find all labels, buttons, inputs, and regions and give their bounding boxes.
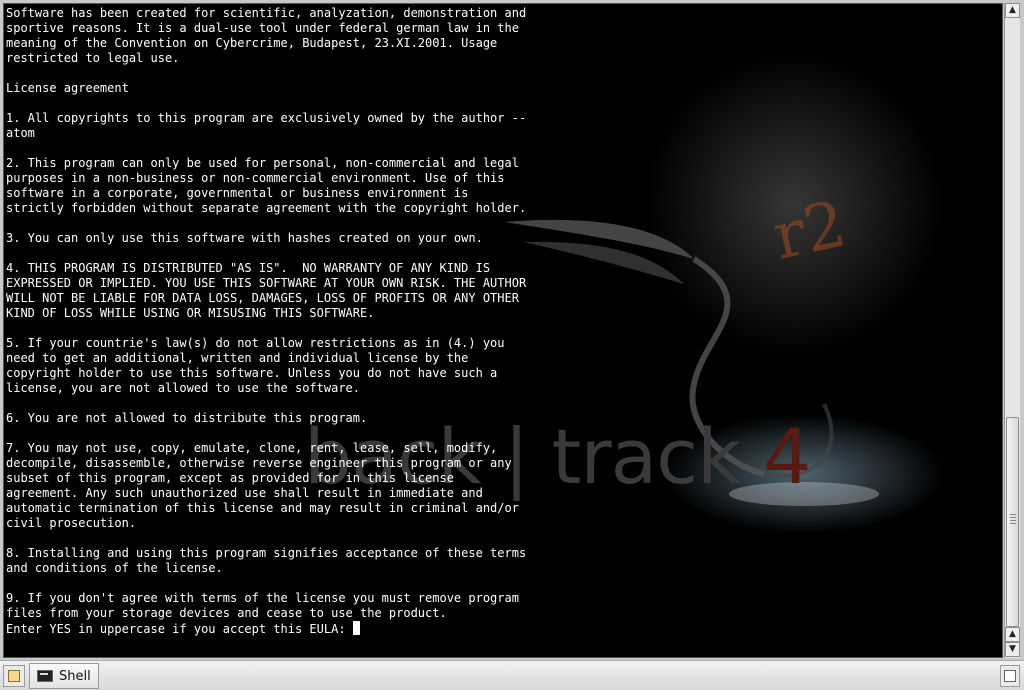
task-shell[interactable]: Shell (29, 663, 99, 689)
taskbar: Shell (0, 660, 1024, 690)
chevron-up-icon[interactable]: ▲ (1005, 3, 1020, 18)
terminal-window: back | track 4 r2 Software has been crea… (0, 0, 1024, 660)
show-desktop-icon (8, 670, 20, 682)
eula-prompt-line[interactable]: Enter YES in uppercase if you accept thi… (4, 621, 1002, 637)
task-label: Shell (59, 668, 91, 684)
terminal-view[interactable]: back | track 4 r2 Software has been crea… (3, 3, 1003, 658)
terminal-icon (37, 670, 53, 682)
window-list-icon (1004, 670, 1016, 682)
eula-prompt: Enter YES in uppercase if you accept thi… (6, 622, 353, 636)
show-desktop-button[interactable] (3, 665, 25, 687)
chevron-down-icon[interactable]: ▼ (1005, 642, 1020, 657)
grip-icon (1010, 514, 1016, 526)
terminal-scrollbar[interactable]: ▲ ▲ ▼ (1004, 3, 1020, 658)
text-cursor (352, 621, 360, 635)
chevron-up-icon[interactable]: ▲ (1005, 627, 1020, 642)
eula-text: Software has been created for scientific… (6, 6, 527, 620)
scrollbar-thumb[interactable] (1006, 417, 1019, 627)
window-list-button[interactable] (1000, 665, 1020, 687)
